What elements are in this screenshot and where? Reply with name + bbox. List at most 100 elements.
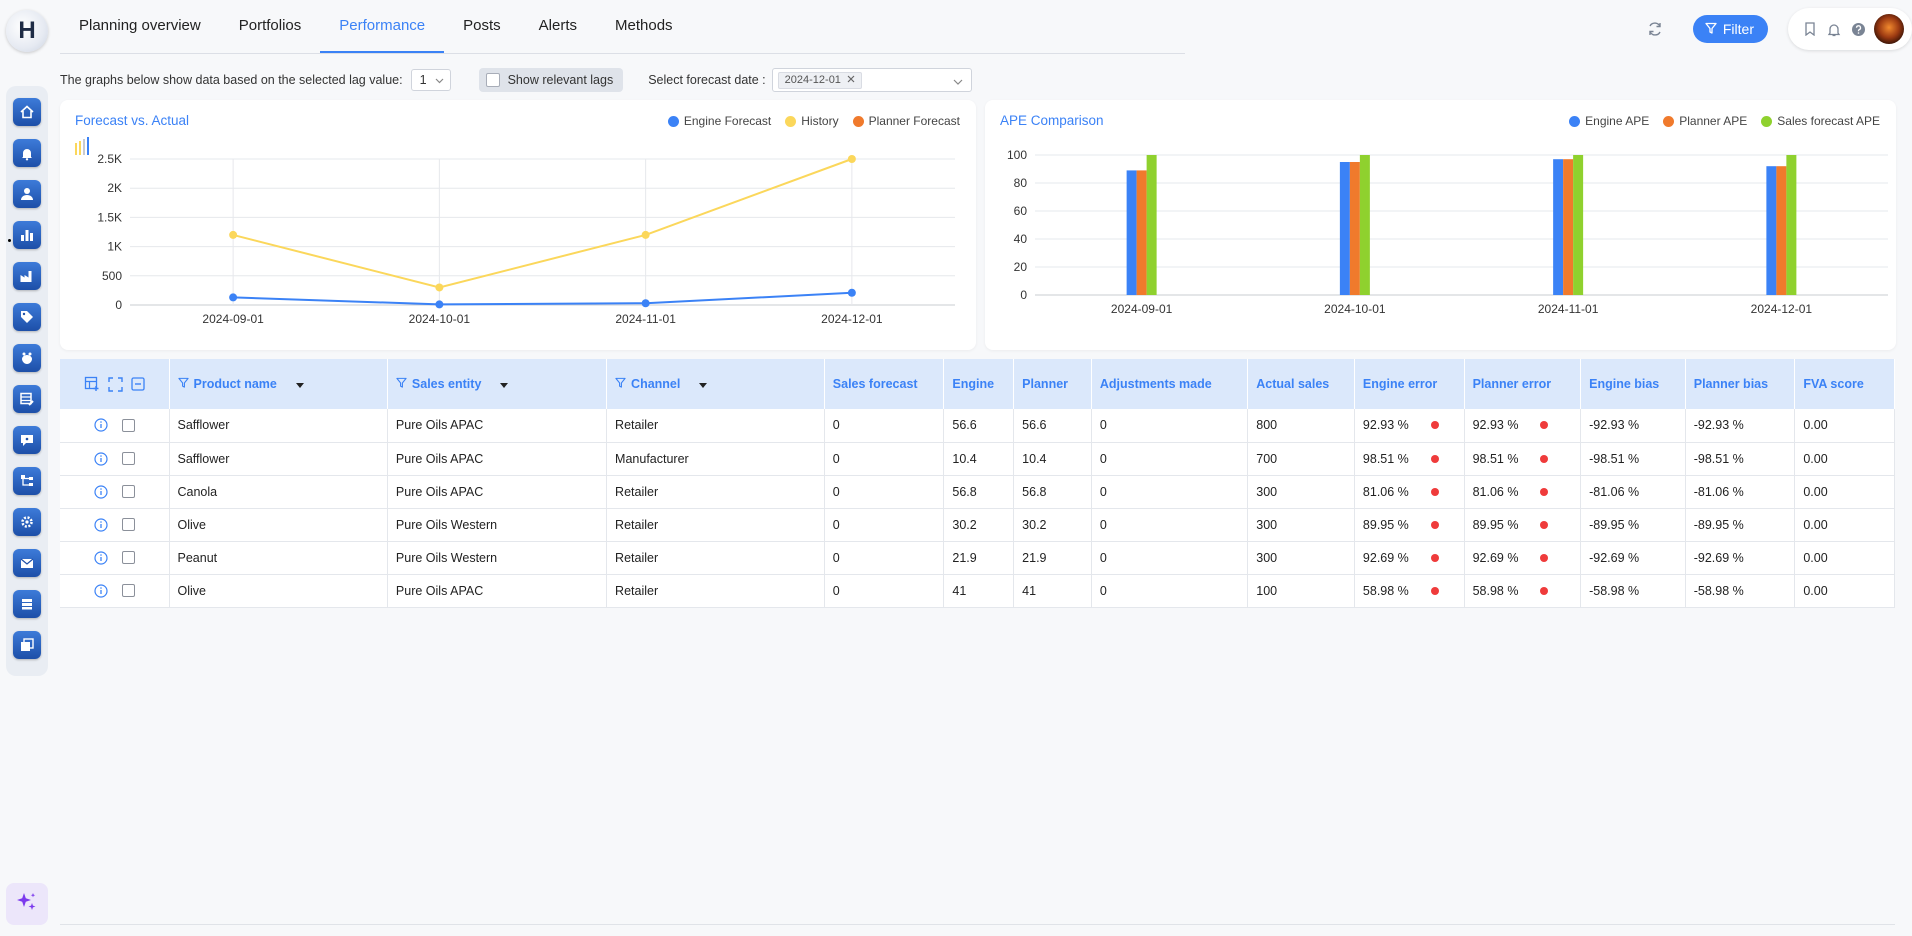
cell-engine[interactable]: 10.4 [943, 442, 1015, 476]
home-icon[interactable] [13, 98, 41, 126]
add-column-icon[interactable] [84, 376, 100, 392]
table-row[interactable]: Safflower Pure Oils APAC Retailer 0 56.6 56.6… [60, 409, 1895, 443]
help-icon[interactable] [1850, 21, 1866, 37]
cell-planner-bias[interactable]: -89.95 % [1685, 508, 1796, 542]
cell-planner-error[interactable]: 92.93 % [1464, 409, 1582, 443]
cell-planner[interactable]: 21.9 [1013, 541, 1092, 575]
cell-engine-bias[interactable]: -58.98 % [1580, 574, 1686, 608]
cell-planner-error[interactable]: 98.51 % [1464, 442, 1582, 476]
cell-planner-bias[interactable]: -58.98 % [1685, 574, 1796, 608]
cell-product-name[interactable]: Canola [169, 475, 388, 509]
cell-engine[interactable]: 41 [943, 574, 1015, 608]
tab-posts[interactable]: Posts [444, 0, 520, 53]
cell-sales-entity[interactable]: Pure Oils Western [387, 541, 608, 575]
cell-planner-bias[interactable]: -81.06 % [1685, 475, 1796, 509]
cell-sales-forecast[interactable]: 0 [824, 574, 945, 608]
sort-caret-icon[interactable] [699, 377, 708, 391]
ai-assistant-button[interactable] [6, 883, 48, 925]
cell-sales-entity[interactable]: Pure Oils APAC [387, 475, 608, 509]
column-header-adjustments-made[interactable]: Adjustments made [1091, 359, 1249, 409]
cell-product-name[interactable]: Peanut [169, 541, 388, 575]
cell-engine-bias[interactable]: -92.93 % [1580, 409, 1686, 443]
tab-portfolios[interactable]: Portfolios [220, 0, 321, 53]
row-checkbox[interactable] [121, 452, 135, 465]
user-avatar[interactable] [1874, 14, 1904, 44]
cell-channel[interactable]: Retailer [606, 541, 825, 575]
column-header-engine-bias[interactable]: Engine bias [1580, 359, 1686, 409]
cell-planner[interactable]: 10.4 [1013, 442, 1092, 476]
row-checkbox[interactable] [121, 518, 135, 531]
cell-engine[interactable]: 21.9 [943, 541, 1015, 575]
column-header-channel[interactable]: Channel [606, 359, 825, 409]
table-row[interactable]: Canola Pure Oils APAC Retailer 0 56.8 56.8 0 30… [60, 475, 1895, 509]
lag-select[interactable]: 1 [410, 69, 451, 91]
cell-engine-error[interactable]: 81.06 % [1354, 475, 1465, 509]
cell-planner[interactable]: 56.8 [1013, 475, 1092, 509]
filter-button[interactable]: Filter [1692, 15, 1768, 43]
cell-engine-bias[interactable]: -92.69 % [1580, 541, 1686, 575]
cell-actual-sales[interactable]: 700 [1247, 442, 1355, 476]
cell-adjustments-made[interactable]: 0 [1091, 475, 1249, 509]
cell-planner-error[interactable]: 89.95 % [1464, 508, 1582, 542]
chart-type-toggle-icon[interactable] [75, 137, 89, 155]
column-header-engine[interactable]: Engine [943, 359, 1015, 409]
cell-sales-entity[interactable]: Pure Oils APAC [387, 574, 608, 608]
show-lags-checkbox[interactable] [485, 73, 500, 87]
cell-product-name[interactable]: Olive [169, 508, 388, 542]
close-icon[interactable] [847, 74, 855, 86]
cell-fva-score[interactable]: 0.00 [1794, 475, 1895, 509]
cell-planner-bias[interactable]: -98.51 % [1685, 442, 1796, 476]
cell-engine-bias[interactable]: -98.51 % [1580, 442, 1686, 476]
performance-chart-icon[interactable] [13, 221, 41, 249]
cell-sales-forecast[interactable]: 0 [824, 409, 945, 443]
mail-icon[interactable] [13, 549, 41, 577]
cell-sales-forecast[interactable]: 0 [824, 442, 945, 476]
cell-sales-forecast[interactable]: 0 [824, 508, 945, 542]
cell-planner-bias[interactable]: -92.69 % [1685, 541, 1796, 575]
cell-planner[interactable]: 56.6 [1013, 409, 1092, 443]
filter-icon[interactable] [396, 377, 407, 391]
cell-sales-entity[interactable]: Pure Oils APAC [387, 409, 608, 443]
cell-actual-sales[interactable]: 100 [1247, 574, 1355, 608]
column-header-engine-error[interactable]: Engine error [1354, 359, 1465, 409]
table-row[interactable]: Olive Pure Oils APAC Retailer 0 41 41 0 100 58.9… [60, 574, 1895, 608]
column-header-fva-score[interactable]: FVA score [1794, 359, 1895, 409]
column-header-product-name[interactable]: Product name [169, 359, 388, 409]
stack-icon[interactable] [13, 590, 41, 618]
cell-actual-sales[interactable]: 800 [1247, 409, 1355, 443]
cell-fva-score[interactable]: 0.00 [1794, 508, 1895, 542]
cell-planner-error[interactable]: 58.98 % [1464, 574, 1582, 608]
row-checkbox[interactable] [121, 485, 135, 498]
cell-channel[interactable]: Retailer [606, 508, 825, 542]
refresh-icon[interactable] [1643, 17, 1667, 41]
row-checkbox[interactable] [121, 584, 135, 597]
table-row[interactable]: Peanut Pure Oils Western Retailer 0 21.9 21.9… [60, 541, 1895, 575]
factory-icon[interactable] [13, 262, 41, 290]
cell-engine-error[interactable]: 92.93 % [1354, 409, 1465, 443]
cell-fva-score[interactable]: 0.00 [1794, 409, 1895, 443]
cell-product-name[interactable]: Safflower [169, 409, 388, 443]
cell-planner[interactable]: 30.2 [1013, 508, 1092, 542]
cell-channel[interactable]: Retailer [606, 475, 825, 509]
table-row[interactable]: Safflower Pure Oils APAC Manufacturer 0 10.4… [60, 442, 1895, 476]
edit-table-icon[interactable] [13, 385, 41, 413]
cell-engine-error[interactable]: 92.69 % [1354, 541, 1465, 575]
bookmark-icon[interactable] [1802, 21, 1818, 37]
cell-engine-error[interactable]: 98.51 % [1354, 442, 1465, 476]
cell-sales-forecast[interactable]: 0 [824, 475, 945, 509]
collapse-icon[interactable] [131, 377, 145, 391]
cell-engine[interactable]: 30.2 [943, 508, 1015, 542]
app-logo[interactable]: H [6, 10, 48, 52]
tag-icon[interactable] [13, 303, 41, 331]
filter-icon[interactable] [177, 377, 189, 391]
cell-fva-score[interactable]: 0.00 [1794, 574, 1895, 608]
cell-planner[interactable]: 41 [1013, 574, 1092, 608]
column-header-planner-error[interactable]: Planner error [1464, 359, 1582, 409]
filter-icon[interactable] [615, 377, 626, 391]
cell-sales-entity[interactable]: Pure Oils Western [387, 508, 608, 542]
hierarchy-icon[interactable] [13, 467, 41, 495]
tab-performance[interactable]: Performance [320, 0, 445, 53]
info-icon[interactable] [94, 418, 108, 432]
layers-icon[interactable] [13, 631, 41, 659]
bell-icon[interactable] [1826, 21, 1842, 37]
